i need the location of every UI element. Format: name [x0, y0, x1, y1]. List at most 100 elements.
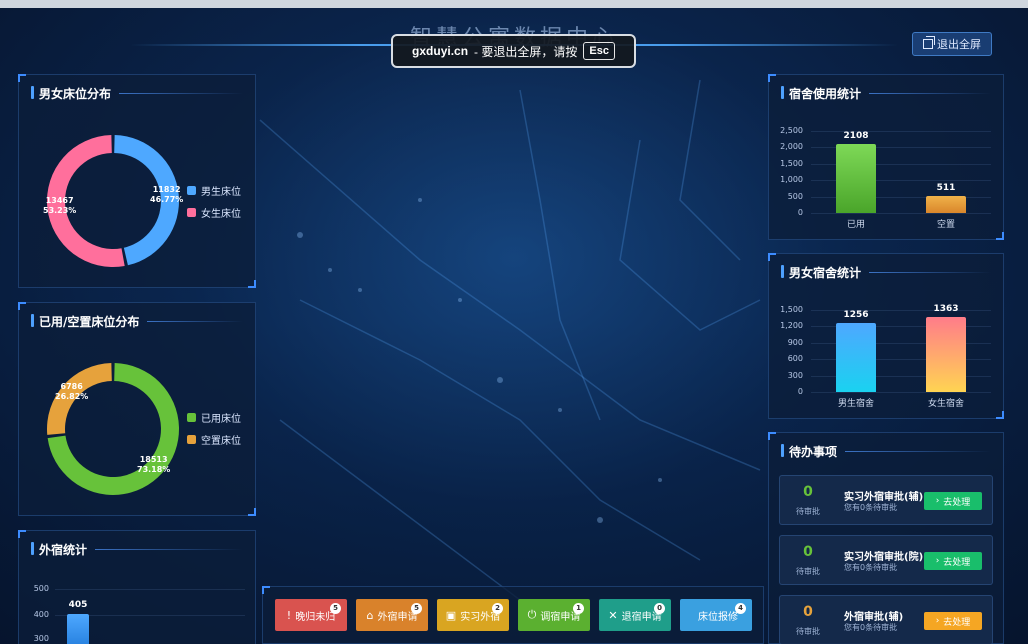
chevron-right-icon: › [935, 496, 940, 506]
panel-title: 外宿统计 [31, 541, 243, 558]
slice-label-used: 18513 73.18% [137, 455, 171, 474]
legend-item[interactable]: 已用床位 [187, 410, 241, 425]
x-tick: 男生宿舍 [837, 399, 874, 409]
slice-label-male: 11832 46.77% [150, 185, 184, 204]
gridline [55, 589, 245, 590]
todo-title: 实习外宿审批(辅) [844, 492, 924, 503]
bar-value-label: 405 [68, 600, 88, 610]
y-tick: 0 [797, 208, 803, 217]
todo-count-label: 待审批 [796, 507, 820, 516]
todo-title: 实习外宿审批(院) [844, 552, 924, 563]
process-button[interactable]: › 去处理 [924, 552, 982, 570]
count-badge: 4 [735, 603, 746, 614]
panel-title: 待办事项 [781, 443, 991, 460]
y-tick: 300 [787, 370, 803, 380]
toast-message: - 要退出全屏，请按 [474, 44, 578, 59]
todo-count-label: 待审批 [796, 627, 820, 636]
outside-stay-panel: 外宿统计 500 400 300 405 [18, 530, 256, 644]
exit-fullscreen-label: 退出全屏 [937, 38, 981, 51]
todo-count-label: 待审批 [796, 567, 820, 576]
bar [67, 614, 89, 644]
bar[interactable] [836, 323, 876, 392]
panel-title: 男女床位分布 [31, 85, 243, 102]
y-tick: 1,500 [780, 158, 803, 168]
todo-panel: 待办事项 0 待审批 实习外宿审批(辅) 您有0条待审批 › 去处理 0 待审批 … [768, 432, 1004, 644]
todo-card: 0 待审批 实习外宿审批(院) 您有0条待审批 › 去处理 [779, 535, 993, 585]
count-badge: 0 [654, 603, 665, 614]
y-tick: 2,000 [780, 142, 803, 152]
y-tick: 400 [33, 610, 49, 619]
count-badge: 5 [411, 603, 422, 614]
bar[interactable] [836, 143, 876, 213]
x-tick: 女生宿舍 [927, 399, 964, 409]
panel-title: 男女宿舍统计 [781, 264, 991, 281]
y-tick: 900 [787, 337, 803, 347]
fullscreen-toast: gxduyi.cn - 要退出全屏，请按 Esc [391, 34, 636, 68]
briefcase-icon: ▣ [445, 608, 457, 622]
y-tick: 2,500 [780, 126, 803, 135]
todo-count: 0 [803, 544, 813, 560]
quick-action-label: 床位报修 [698, 611, 738, 623]
power-icon: ⏻ [527, 608, 537, 621]
quick-action-button[interactable]: 床位报修 4 [680, 599, 752, 631]
bar-value-label: 1363 [933, 304, 959, 315]
legend: 已用床位 空置床位 [187, 410, 241, 454]
bar-value-label: 511 [936, 183, 956, 194]
toast-domain: gxduyi.cn [412, 44, 469, 58]
gender-dorms-panel: 男女宿舍统计 1,500 1,200 900 600 300 0 1256 男生宿舍 1363 女… [768, 253, 1004, 419]
todo-card: 0 待审批 实习外宿审批(辅) 您有0条待审批 › 去处理 [779, 475, 993, 525]
bar-value-label: 1256 [843, 310, 869, 321]
bar[interactable] [926, 196, 966, 213]
quick-action-button[interactable]: ▣ 实习外宿 2 [437, 599, 509, 631]
quick-action-bar: ! 晚归未归 5 ⌂ 外宿申请 5 ▣ 实习外宿 2 ⏻ 调宿申请 1 ✕ 退宿申请 0 床位报修 4 [262, 586, 764, 644]
slice-label-female: 13467 53.23% [43, 196, 77, 215]
browser-top-edge [0, 0, 1028, 8]
todo-desc: 您有0条待审批 [844, 563, 898, 572]
legend: 男生床位 女生床位 [187, 183, 241, 227]
todo-desc: 您有0条待审批 [844, 623, 898, 632]
gridline [811, 392, 991, 393]
todo-count: 0 [803, 484, 813, 500]
todo-card: 0 待审批 外宿审批(辅) 您有0条待审批 › 去处理 [779, 595, 993, 644]
y-tick: 500 [787, 191, 803, 201]
dorm-usage-panel: 宿舍使用统计 2,500 2,000 1,500 1,000 500 0 2108 已用 511… [768, 74, 1004, 240]
legend-item[interactable]: 空置床位 [187, 432, 241, 447]
alert-icon: ! [286, 608, 292, 622]
gender-beds-panel: 男女床位分布 11832 46.77% 13467 53.23% 男生床位 女生床位 [18, 74, 256, 288]
panel-title: 已用/空置床位分布 [31, 313, 243, 330]
y-tick: 600 [787, 354, 803, 364]
todo-desc: 您有0条待审批 [844, 503, 898, 512]
x-tick: 已用 [846, 220, 865, 230]
bar-value-label: 2108 [843, 130, 869, 141]
y-tick: 500 [33, 584, 49, 593]
count-badge: 5 [330, 603, 341, 614]
y-tick: 1,200 [780, 321, 803, 331]
y-tick: 0 [797, 387, 803, 396]
y-tick: 300 [33, 634, 49, 643]
y-tick: 1,500 [780, 305, 803, 314]
quick-action-button[interactable]: ! 晚归未归 5 [275, 599, 347, 631]
gridline [811, 213, 991, 214]
chevron-right-icon: › [935, 556, 940, 566]
exit-fullscreen-button[interactable]: 退出全屏 [912, 32, 992, 56]
quick-action-button[interactable]: ⌂ 外宿申请 5 [356, 599, 428, 631]
quick-action-button[interactable]: ⏻ 调宿申请 1 [518, 599, 590, 631]
process-button[interactable]: › 去处理 [924, 492, 982, 510]
home-icon: ⌂ [366, 608, 374, 622]
count-badge: 2 [492, 603, 503, 614]
todo-title: 外宿审批(辅) [844, 612, 904, 623]
y-tick: 1,000 [780, 175, 803, 185]
close-icon: ✕ [608, 608, 618, 622]
legend-item[interactable]: 男生床位 [187, 183, 241, 198]
process-button[interactable]: › 去处理 [924, 612, 982, 630]
todo-count: 0 [803, 604, 813, 620]
bar[interactable] [926, 317, 966, 392]
count-badge: 1 [573, 603, 584, 614]
chevron-right-icon: › [935, 616, 940, 626]
x-tick: 空置 [936, 220, 955, 230]
used-beds-donut [47, 363, 179, 495]
used-beds-panel: 已用/空置床位分布 18513 73.18% 6786 26.82% 已用床位 空置… [18, 302, 256, 516]
quick-action-button[interactable]: ✕ 退宿申请 0 [599, 599, 671, 631]
slice-label-empty: 6786 26.82% [55, 382, 89, 401]
legend-item[interactable]: 女生床位 [187, 205, 241, 220]
